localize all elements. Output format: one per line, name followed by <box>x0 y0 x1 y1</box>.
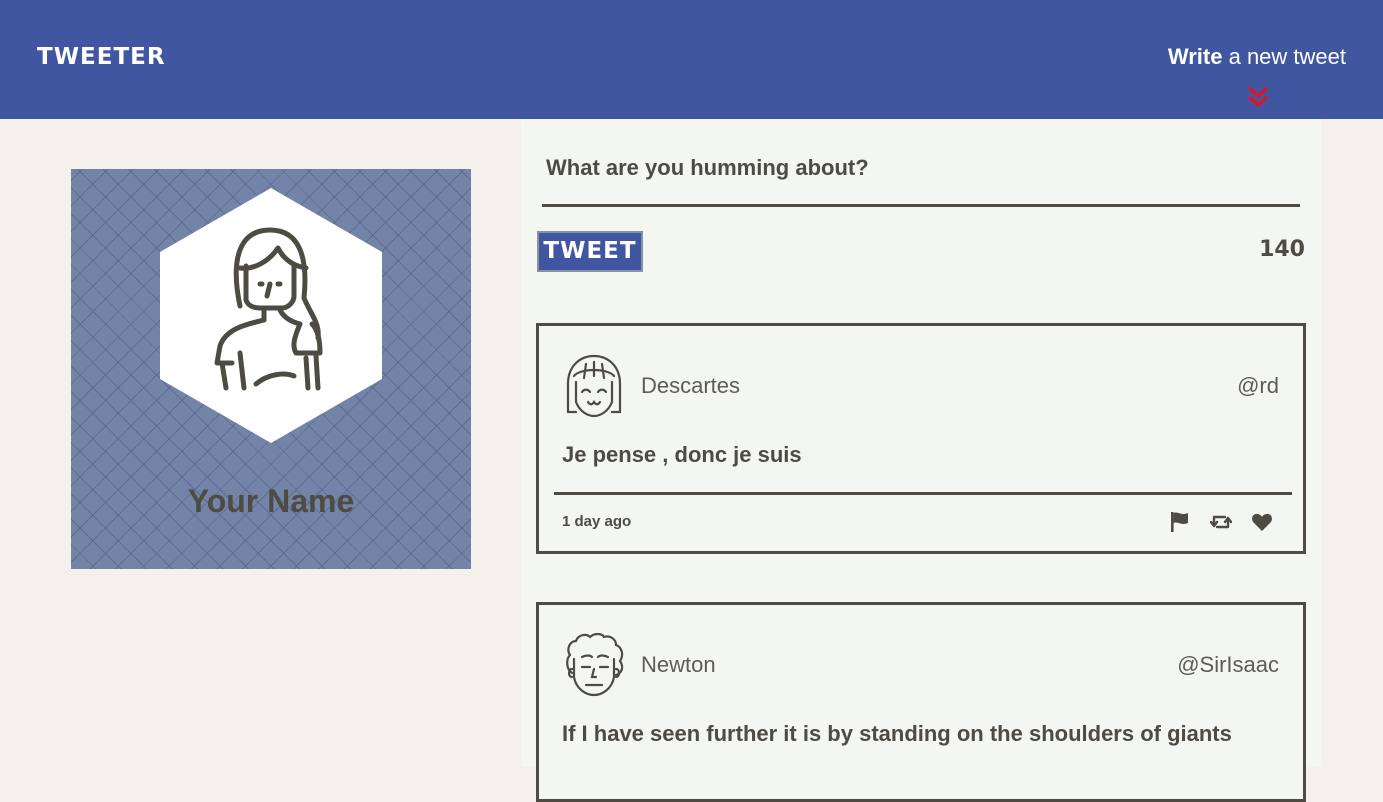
tweet-card: Descartes @rd Je pense , donc je suis 1 … <box>536 323 1306 554</box>
tweet-actions <box>1169 511 1273 533</box>
profile-name: Your Name <box>187 483 355 519</box>
descartes-avatar <box>566 354 622 418</box>
tweet-button[interactable]: TWEET <box>537 231 643 272</box>
flag-icon[interactable] <box>1169 511 1191 533</box>
tweet-author: Newton <box>641 652 716 677</box>
compose-toggle[interactable]: Write a new tweet <box>1168 44 1346 70</box>
tweet-text: If I have seen further it is by standing… <box>562 721 1232 746</box>
tweet-timestamp: 1 day ago <box>562 513 632 530</box>
tweet-handle[interactable]: @SirIsaac <box>1177 652 1279 678</box>
double-chevron-down-icon[interactable] <box>1246 86 1270 108</box>
profile-avatar <box>160 188 382 443</box>
compose-toggle-text: a new tweet <box>1228 44 1346 69</box>
main-column: What are you humming about? TWEET 140 De… <box>521 119 1321 802</box>
compose-toggle-bold: Write <box>1167 44 1223 69</box>
top-nav: TWEETER Write a new tweet <box>0 0 1383 119</box>
input-underline <box>542 204 1300 207</box>
newton-avatar <box>566 633 624 697</box>
tweet-card: Newton @SirIsaac If I have seen further … <box>536 602 1306 802</box>
tweet-author: Descartes <box>641 373 741 398</box>
profile-card: Your Name <box>71 169 471 569</box>
tweet-text: Je pense , donc je suis <box>562 442 802 467</box>
tweet-input[interactable]: What are you humming about? <box>546 155 869 181</box>
retweet-icon[interactable] <box>1209 511 1233 533</box>
brand-logo[interactable]: TWEETER <box>37 44 166 70</box>
heart-icon[interactable] <box>1251 511 1273 533</box>
tweet-divider <box>554 492 1292 495</box>
tweet-handle[interactable]: @rd <box>1237 373 1279 399</box>
character-counter: 140 <box>1259 237 1305 262</box>
